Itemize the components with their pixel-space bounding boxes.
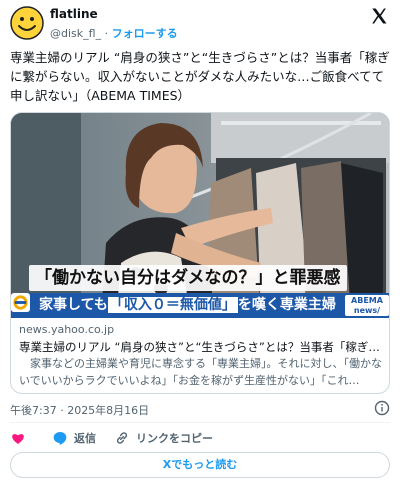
x-logo-icon[interactable] <box>370 7 388 25</box>
display-name[interactable]: flatline <box>50 7 98 21</box>
image-caption-band: 家事しても 「収入０＝無価値」 を嘆く専業主婦 ABEMA news/ <box>11 293 389 318</box>
read-more-button[interactable]: Xでもっと読む <box>10 452 390 478</box>
card-description: 家事などの主婦業や育児に専念する「専業主婦」。それに対し、「働かないでいいからラ… <box>19 357 382 387</box>
badge-line-1: ABEMA <box>351 296 383 305</box>
reply-label: 返信 <box>74 432 96 445</box>
card-title[interactable]: 専業主婦のリアル “肩身の狭さ”と“生きづらさ”とは？当事者「稼ぎに繋… <box>19 339 383 355</box>
info-icon[interactable] <box>374 400 390 416</box>
network-logo-icon <box>11 293 30 312</box>
divider <box>10 422 390 423</box>
image-caption-top: 「働かない自分はダメなの？」と罪悪感 <box>29 265 347 291</box>
link-card[interactable]: 「働かない自分はダメなの？」と罪悪感 家事しても 「収入０＝無価値」 を嘆く専業主婦… <box>10 112 390 394</box>
heart-icon <box>12 434 24 444</box>
action-bar: 返信 リンクをコピー <box>10 428 390 448</box>
card-image: 「働かない自分はダメなの？」と罪悪感 家事しても 「収入０＝無価値」 を嘆く専業主婦… <box>11 113 389 318</box>
tweet-timestamp[interactable]: 午後7:37 · 2025年8月16日 <box>10 402 149 418</box>
image-caption-bottom: 家事しても 「収入０＝無価値」 を嘆く専業主婦 <box>39 293 336 318</box>
badge-line-2: news/ <box>353 306 381 315</box>
reply-button[interactable]: 返信 <box>52 428 96 448</box>
caption-part-2: を嘆く専業主婦 <box>237 297 336 313</box>
copy-link-label: リンクをコピー <box>136 432 213 445</box>
like-button[interactable] <box>10 428 32 448</box>
follow-button[interactable]: フォローする <box>112 27 178 40</box>
tweet-text: 専業主婦のリアル “肩身の狭さ”と“生きづらさ”とは？当事者「稼ぎに繋がらない。… <box>10 50 390 103</box>
reply-icon <box>53 432 67 445</box>
separator-dot: · <box>104 27 109 40</box>
copy-link-button[interactable]: リンクをコピー <box>114 428 213 448</box>
caption-highlight: 「収入０＝無価値」 <box>107 297 238 313</box>
user-handle[interactable]: @disk_fl_ <box>50 27 101 40</box>
caption-part-1: 家事しても <box>39 297 108 313</box>
abema-news-badge: ABEMA news/ <box>345 295 389 316</box>
link-icon <box>116 432 128 444</box>
card-domain: news.yahoo.co.jp <box>19 323 115 336</box>
avatar[interactable] <box>10 6 44 40</box>
handle-line: @disk_fl_ · フォローする <box>50 25 178 41</box>
tweet-header: flatline @disk_fl_ · フォローする <box>0 0 400 48</box>
